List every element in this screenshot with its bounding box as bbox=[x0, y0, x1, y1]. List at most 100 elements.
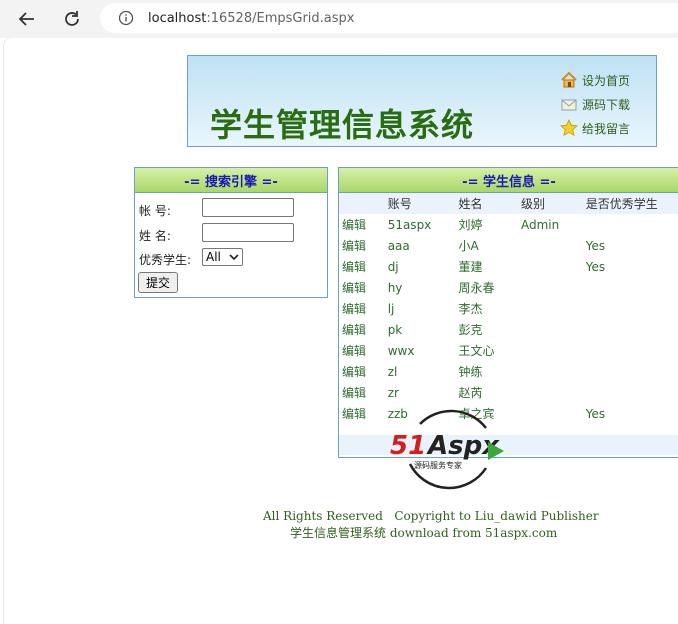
cell-excellent bbox=[583, 340, 678, 361]
cell-level bbox=[518, 403, 583, 424]
home-icon bbox=[561, 71, 577, 88]
back-button[interactable] bbox=[15, 7, 39, 31]
banner-links: 设为首页 源码下载 给我留言 bbox=[560, 68, 630, 140]
grid-panel-header: -= 学生信息 =- bbox=[339, 168, 678, 193]
logo-badge-icon: 51 Aspx 源码服务专家 bbox=[390, 409, 504, 490]
table-row: 编辑 hy 周永春 bbox=[339, 277, 678, 298]
link-label: 源码下载 bbox=[582, 97, 631, 112]
table-row: 编辑 51aspx 刘婷 Admin bbox=[339, 214, 678, 235]
cell-account: pk bbox=[387, 322, 403, 337]
name-label: 姓 名: bbox=[139, 229, 171, 243]
table-header-row: 账号 姓名 级别 是否优秀学生 bbox=[339, 193, 678, 214]
edit-link[interactable]: 编辑 bbox=[339, 235, 385, 256]
edit-link[interactable]: 编辑 bbox=[339, 361, 385, 382]
link-label: 给我留言 bbox=[582, 121, 631, 136]
51aspx-watermark-logo: 51 Aspx 源码服务专家 bbox=[390, 402, 510, 496]
cell-level bbox=[518, 340, 583, 361]
table-row: 编辑 wwx 王文心 bbox=[339, 340, 678, 361]
cell-name: 钟练 bbox=[458, 365, 483, 379]
cell-name: 周永春 bbox=[458, 281, 495, 295]
cell-level bbox=[518, 298, 583, 319]
cell-level: Admin bbox=[520, 217, 560, 232]
cell-excellent bbox=[583, 214, 678, 235]
browser-toolbar: localhost:16528/EmpsGrid.aspx bbox=[0, 0, 678, 38]
cell-name: 小A bbox=[458, 239, 479, 253]
footer-copyright: All Rights Reserved Copyright to Liu_daw… bbox=[263, 509, 599, 523]
submit-button[interactable]: 提交 bbox=[138, 272, 178, 293]
excellent-select[interactable]: All bbox=[202, 248, 243, 266]
edit-link[interactable]: 编辑 bbox=[339, 214, 385, 235]
footer-download: 学生信息管理系统 download from 51aspx.com bbox=[290, 526, 558, 540]
cell-account: zl bbox=[387, 364, 398, 379]
edit-link[interactable]: 编辑 bbox=[339, 403, 385, 424]
cell-account: dj bbox=[387, 259, 399, 274]
reload-icon bbox=[65, 11, 79, 26]
student-table: 账号 姓名 级别 是否优秀学生 编辑 51aspx 刘婷 Admin 编辑 aaa 小A Y… bbox=[339, 193, 678, 424]
cell-name: 王文心 bbox=[458, 344, 495, 358]
chevron-down-icon bbox=[229, 254, 239, 261]
header-banner: 学生管理信息系统 设为首页 源码下载 给我留言 bbox=[187, 55, 657, 147]
cell-account: wwx bbox=[387, 343, 415, 358]
account-input[interactable] bbox=[202, 198, 294, 217]
col-header-edit bbox=[339, 193, 385, 214]
table-row: 编辑 aaa 小A Yes bbox=[339, 235, 678, 256]
search-panel-header: -= 搜索引擎 =- bbox=[135, 168, 327, 193]
cell-excellent bbox=[583, 382, 678, 403]
col-header-excellent: 是否优秀学生 bbox=[582, 193, 678, 214]
cell-account: 51aspx bbox=[387, 217, 432, 232]
name-input[interactable] bbox=[202, 223, 294, 242]
star-icon bbox=[560, 119, 578, 136]
col-header-account: 账号 bbox=[384, 193, 456, 214]
cell-name: 刘婷 bbox=[458, 218, 483, 232]
cell-level bbox=[518, 256, 583, 277]
cell-account: hy bbox=[387, 280, 403, 295]
edit-link[interactable]: 编辑 bbox=[339, 382, 385, 403]
search-panel: -= 搜索引擎 =- 帐 号: 姓 名: 优秀学生: All 提交 bbox=[134, 167, 328, 298]
address-bar[interactable]: localhost:16528/EmpsGrid.aspx bbox=[100, 3, 678, 33]
col-header-name: 姓名 bbox=[455, 193, 518, 214]
back-arrow-icon bbox=[18, 12, 34, 26]
table-row: 编辑 lj 李杰 bbox=[339, 298, 678, 319]
logo-text-51: 51 bbox=[390, 431, 426, 461]
cell-excellent bbox=[583, 298, 678, 319]
url-host: localhost bbox=[148, 10, 207, 26]
edit-link[interactable]: 编辑 bbox=[339, 277, 385, 298]
cell-level bbox=[518, 277, 583, 298]
cell-excellent bbox=[583, 319, 678, 340]
account-label: 帐 号: bbox=[139, 204, 171, 218]
cell-excellent: Yes bbox=[585, 259, 606, 274]
table-row: 编辑 zl 钟练 bbox=[339, 361, 678, 382]
cell-excellent: Yes bbox=[585, 406, 606, 421]
cell-account: lj bbox=[387, 301, 395, 316]
cell-name: 赵芮 bbox=[458, 386, 483, 400]
leave-message-link[interactable]: 给我留言 bbox=[560, 116, 630, 140]
cell-account: zr bbox=[387, 385, 399, 400]
cell-name: 董建 bbox=[458, 260, 483, 274]
edit-link[interactable]: 编辑 bbox=[339, 340, 385, 361]
excellent-select-value: All bbox=[206, 250, 221, 264]
reload-button[interactable] bbox=[60, 7, 84, 31]
cell-excellent: Yes bbox=[585, 238, 606, 253]
url-path: :16528/EmpsGrid.aspx bbox=[206, 10, 355, 26]
edit-link[interactable]: 编辑 bbox=[339, 298, 385, 319]
download-source-link[interactable]: 源码下载 bbox=[560, 92, 630, 116]
excellent-label: 优秀学生: bbox=[139, 253, 192, 267]
site-title: 学生管理信息系统 bbox=[210, 106, 475, 144]
set-homepage-link[interactable]: 设为首页 bbox=[560, 68, 630, 92]
col-header-level: 级别 bbox=[517, 193, 583, 214]
cell-excellent bbox=[583, 277, 678, 298]
cell-level bbox=[518, 361, 583, 382]
edit-link[interactable]: 编辑 bbox=[339, 319, 385, 340]
logo-tagline: 源码服务专家 bbox=[414, 460, 462, 470]
table-row: 编辑 dj 董建 Yes bbox=[339, 256, 678, 277]
link-label: 设为首页 bbox=[582, 73, 631, 88]
cell-name: 彭克 bbox=[458, 323, 483, 337]
cell-level bbox=[518, 382, 583, 403]
cell-level bbox=[518, 235, 583, 256]
cell-level bbox=[518, 319, 583, 340]
edit-link[interactable]: 编辑 bbox=[339, 256, 385, 277]
table-row: 编辑 pk 彭克 bbox=[339, 319, 678, 340]
mail-icon bbox=[561, 99, 577, 111]
info-icon[interactable] bbox=[118, 10, 134, 26]
cell-excellent bbox=[583, 361, 678, 382]
